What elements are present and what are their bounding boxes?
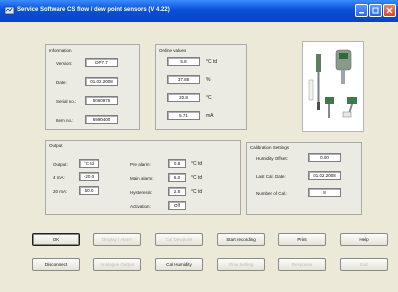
- humidity-offset-field[interactable]: 0.00: [308, 153, 341, 162]
- online-values-title: Online values: [159, 48, 187, 53]
- online-value-humidity: 37.88: [167, 75, 200, 84]
- prealarm-unit: °C td: [191, 161, 203, 167]
- sensor-picture-icon: [308, 49, 357, 118]
- item-field: 6990400: [85, 115, 118, 124]
- last-cal-date-label: Last Cal. Date:: [256, 174, 286, 179]
- main-window: Service Software CS flow / dew point sen…: [0, 0, 398, 292]
- display-alarm-button[interactable]: Display / Alarm: [93, 233, 141, 246]
- hysteresis-field[interactable]: 2.8: [168, 187, 186, 196]
- prealarm-label: Pre alarm:: [130, 162, 151, 167]
- hysteresis-unit: °C td: [191, 189, 203, 195]
- title-bar[interactable]: Service Software CS flow / dew point sen…: [0, 0, 398, 22]
- output-panel: Output Output: °C td 4 mA: -20.0 20 mA: …: [45, 140, 241, 215]
- window-title: Service Software CS flow / dew point sen…: [17, 7, 170, 13]
- activation-field[interactable]: Off: [168, 201, 186, 210]
- cal-dewpoint-button[interactable]: Cal Dewpoint: [155, 233, 203, 246]
- online-unit-dewpoint: °C td: [206, 59, 218, 65]
- start-recording-button[interactable]: Start recording: [217, 233, 265, 246]
- number-of-cal-label: Number of Cal.:: [256, 191, 288, 196]
- maximize-icon: [372, 7, 379, 14]
- calibration-title: Calibration Settings: [250, 145, 290, 150]
- online-values-panel: Online values 5.8 °C td 37.88 % 20.8 °C …: [155, 44, 247, 130]
- mainalarm-unit: °C td: [191, 175, 203, 181]
- online-value-current: 5.71: [167, 111, 200, 120]
- online-unit-humidity: %: [206, 77, 211, 83]
- online-unit-temperature: °C: [206, 95, 212, 101]
- item-label: Item no.:: [56, 118, 74, 123]
- hysteresis-label: Hysteresis:: [130, 190, 153, 195]
- analogue-output-button[interactable]: Analogue Output: [93, 258, 141, 271]
- ok-button[interactable]: OK: [32, 233, 80, 246]
- date-label: Date:: [56, 80, 67, 85]
- ma20-label: 20 mA:: [53, 189, 68, 194]
- serial-field: 5060975: [85, 96, 118, 105]
- app-icon: [4, 6, 15, 15]
- serial-label: Serial no.:: [56, 99, 77, 104]
- mainalarm-label: Main alarm:: [130, 176, 154, 181]
- close-button[interactable]: [383, 4, 396, 17]
- information-title: Information: [49, 48, 72, 53]
- version-label: Version:: [56, 61, 73, 66]
- activation-label: Activation:: [130, 204, 151, 209]
- sensor-image: [302, 41, 364, 132]
- disconnect-button[interactable]: Disconnect: [32, 258, 80, 271]
- flow-setting-button[interactable]: Flow Setting: [217, 258, 265, 271]
- date-field: 01.02.2008: [85, 77, 118, 86]
- prealarm-field[interactable]: 0.8: [168, 159, 186, 168]
- information-panel: Information Version: DP7.7 Date: 01.02.2…: [45, 44, 140, 130]
- close-icon: [386, 7, 393, 14]
- online-unit-current: mA: [206, 113, 214, 119]
- cal-humidity-button[interactable]: Cal Humidity: [155, 258, 203, 271]
- minimize-button[interactable]: [355, 4, 368, 17]
- exit-button[interactable]: Exit: [340, 258, 388, 271]
- maximize-button[interactable]: [369, 4, 382, 17]
- help-button[interactable]: Help: [340, 233, 388, 246]
- online-value-temperature: 20.8: [167, 93, 200, 102]
- minimize-icon: [359, 12, 364, 14]
- humidity-offset-label: Humidity Offset:: [256, 156, 288, 161]
- number-of-cal-field: 8: [308, 188, 341, 197]
- last-cal-date-field: 01.02.2008: [308, 171, 341, 180]
- ma20-field[interactable]: 50.0: [79, 186, 99, 195]
- version-field: DP7.7: [85, 58, 118, 67]
- output-title: Output: [49, 143, 63, 148]
- online-value-dewpoint: 5.8: [167, 57, 200, 66]
- calibration-panel: Calibration Settings Humidity Offset: 0.…: [246, 142, 362, 215]
- output-label: Output:: [53, 162, 68, 167]
- ma4-field[interactable]: -20.0: [79, 172, 99, 181]
- output-field[interactable]: °C td: [79, 159, 99, 168]
- response-button[interactable]: Response: [278, 258, 326, 271]
- ma4-label: 4 mA:: [53, 175, 65, 180]
- print-button[interactable]: Print: [278, 233, 326, 246]
- mainalarm-field[interactable]: 6.0: [168, 173, 186, 182]
